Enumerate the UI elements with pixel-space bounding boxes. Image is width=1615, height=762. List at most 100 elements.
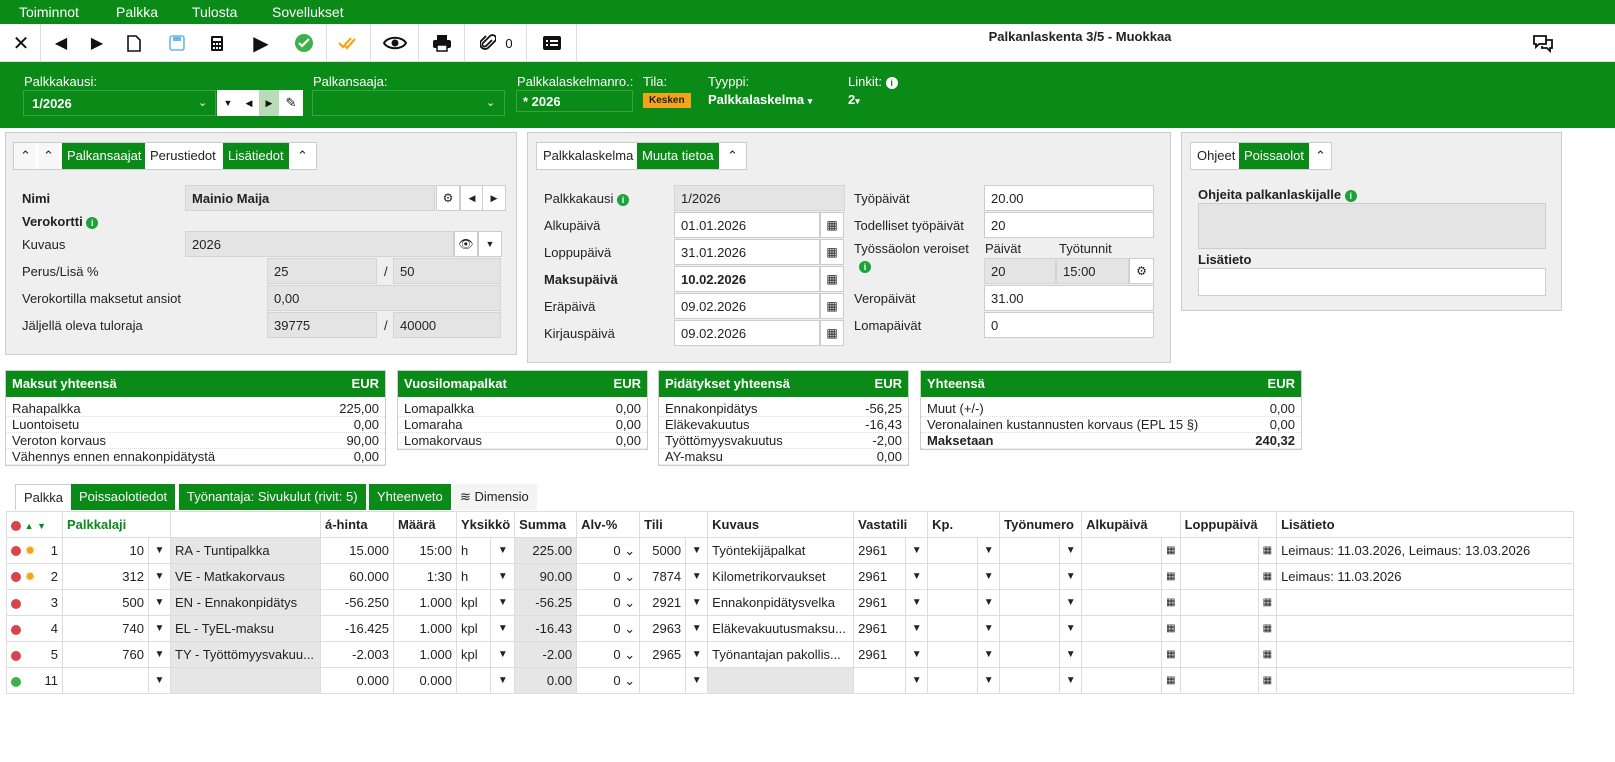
col-unit[interactable]: Yksikkö [455,511,516,538]
paydate-input[interactable]: 10.02.2026 [674,266,820,292]
end-date-input[interactable]: 31.01.2026 [674,239,820,265]
close-icon[interactable]: ✕ [8,24,34,62]
collapse-icon[interactable]: ⌃ [1310,143,1331,169]
col-sum[interactable]: Summa [514,511,578,538]
calendar-icon[interactable]: ▦ [820,239,844,265]
collapse-icon[interactable]: ⌃ [38,143,59,169]
gear-icon[interactable]: ⚙ [436,185,460,211]
table-row[interactable]: 4 740 ▼ EL - TyEL-maksu -16.425 1.000 kpl… [6,615,1575,642]
payee-select[interactable] [312,90,505,116]
links-select[interactable]: 2▾ [848,92,860,107]
col-account[interactable]: Tili [639,511,709,538]
col-jobno[interactable]: Työnumero [999,511,1083,538]
col-price[interactable]: á-hinta [320,511,394,538]
calculator-icon[interactable] [204,24,230,62]
dropdown-icon[interactable]: ▼ [217,90,239,116]
menu-sovellukset[interactable]: Sovellukset [272,4,344,20]
col-palkkalaji[interactable]: Palkkalaji [62,511,171,538]
list-icon[interactable] [538,24,566,62]
collapse-all-icon[interactable]: ⌃ [15,143,36,169]
eye-icon[interactable]: 👁 [454,231,478,257]
col-end[interactable]: Loppupäivä [1179,511,1278,538]
row-controls[interactable]: ▲ ▼ [6,511,63,538]
menu-tulosta[interactable]: Tulosta [192,4,237,20]
gear-icon: ✹ [24,542,36,558]
double-check-icon[interactable] [334,24,362,62]
next-employee-icon[interactable]: ▶ [482,185,506,211]
paid-field[interactable]: 0,00 [267,285,501,311]
table-row[interactable]: 5 760 ▼ TY - Työttömyysvakuu... -2.003 1.… [6,641,1575,668]
tab-palkkalaskelma[interactable]: Palkkalaskelma [538,143,639,169]
limit-total-field[interactable]: 40000 [393,312,501,338]
actual-days-input[interactable]: 20 [984,212,1154,238]
attachment-icon[interactable] [476,24,500,62]
summary-title: Maksut yhteensä [12,376,117,391]
rate-base-field[interactable]: 25 [267,258,377,284]
instructions-textarea[interactable] [1198,203,1546,249]
approve-icon[interactable] [290,24,318,62]
col-start[interactable]: Alkupäivä [1081,511,1181,538]
tab-poissaolotiedot[interactable]: Poissaolotiedot [71,484,176,510]
col-contra[interactable]: Vastatili [853,511,929,538]
dropdown-icon[interactable]: ▼ [478,231,502,257]
menu-bar: Toiminnot Palkka Tulosta Sovellukset [0,0,1615,24]
previous-icon[interactable]: ◀ [50,24,72,62]
next-period-icon[interactable]: ▶ [259,90,279,116]
col-info[interactable]: Lisätieto [1276,511,1575,538]
new-document-icon[interactable] [122,24,146,62]
tab-sivukulut[interactable]: Työnantaja: Sivukulut (rivit: 5) [179,484,366,510]
holiday-label: Lomapäivät [854,318,922,333]
tab-ohjeet[interactable]: Ohjeet [1192,143,1241,169]
calcno-select[interactable]: * 2026 [516,90,633,112]
collapse-icon[interactable]: ⌃ [722,143,743,169]
type-select[interactable]: Palkkalaskelma ▾ [708,92,812,107]
run-icon[interactable]: ▶ [248,24,274,62]
col-vat[interactable]: Alv-% [576,511,641,538]
calendar-icon[interactable]: ▦ [820,320,844,346]
preview-icon[interactable] [380,24,410,62]
collapse-icon[interactable]: ⌃ [292,143,313,169]
prev-employee-icon[interactable]: ◀ [460,185,484,211]
taxdays-input[interactable]: 31.00 [984,285,1154,311]
extra-info-textarea[interactable] [1198,268,1546,296]
print-icon[interactable] [428,24,456,62]
menu-toiminnot[interactable]: Toiminnot [19,4,79,20]
calendar-icon[interactable]: ▦ [820,266,844,292]
tab-palkansaajat[interactable]: Palkansaajat [62,143,147,169]
workdays-label: Työpäivät [854,191,910,206]
limit-field[interactable]: 39775 [267,312,377,338]
col-qty[interactable]: Määrä [393,511,457,538]
prev-period-icon[interactable]: ◀ [239,90,259,116]
col-desc[interactable]: Kuvaus [707,511,855,538]
period-select[interactable]: 1/2026 [23,90,216,116]
chat-icon[interactable] [1528,24,1558,62]
dropdown-icon: ▼ [1059,641,1083,668]
workdays-input[interactable]: 20.00 [984,185,1154,211]
holiday-input[interactable]: 0 [984,312,1154,338]
desc-field[interactable]: 2026 [185,231,454,257]
book-date-input[interactable]: 09.02.2026 [674,320,820,346]
table-row[interactable]: ✹ 2 312 ▼ VE - Matkakorvaus 60.000 1:30 h ▼… [6,563,1575,590]
rate-extra-field[interactable]: 50 [393,258,501,284]
gear-icon[interactable]: ⚙ [1129,258,1154,284]
calendar-icon[interactable]: ▦ [820,293,844,319]
tab-lisatiedot[interactable]: Lisätiedot [223,143,289,169]
tab-dimensio[interactable]: ≋ Dimensio [452,484,537,510]
table-row-new[interactable]: 11 ▼ 0.000 0.000 ▼ 0.00 0 ⌄ ▼ ▼ ▼ ▼ ▦ ▦ [6,667,1575,694]
next-icon[interactable]: ▶ [86,24,108,62]
start-date-input[interactable]: 01.01.2026 [674,212,820,238]
edit-icon[interactable]: ✎ [279,90,303,116]
table-row[interactable]: 3 500 ▼ EN - Ennakonpidätys -56.250 1.000… [6,589,1575,616]
calendar-icon[interactable]: ▦ [820,212,844,238]
tab-perustiedot[interactable]: Perustiedot [145,143,221,169]
save-icon[interactable] [164,24,190,62]
due-date-input[interactable]: 09.02.2026 [674,293,820,319]
name-field[interactable]: Mainio Maija [185,185,435,211]
table-row[interactable]: ✹ 1 10 ▼ RA - Tuntipalkka 15.000 15:00 h ▼ … [6,537,1575,564]
col-kp[interactable]: Kp. [927,511,1001,538]
tab-palkka[interactable]: Palkka [15,484,73,510]
tab-yhteenveto[interactable]: Yhteenveto [369,484,451,510]
tab-muuta-tietoa[interactable]: Muuta tietoa [637,143,719,169]
menu-palkka[interactable]: Palkka [116,4,158,20]
tab-poissaolot[interactable]: Poissaolot [1239,143,1309,169]
